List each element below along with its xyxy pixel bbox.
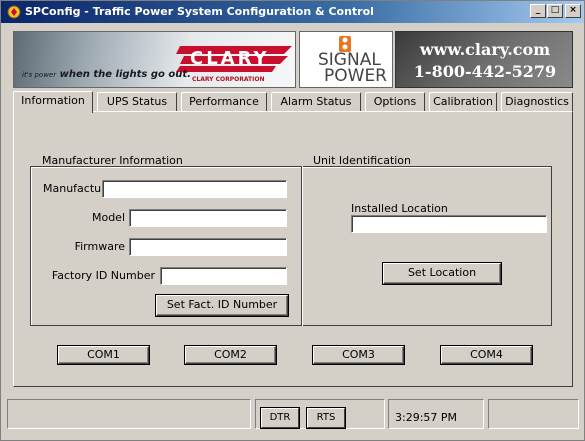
com1-button[interactable]: COM1 (58, 346, 149, 364)
close-button[interactable]: × (565, 4, 581, 18)
tab-label: Alarm Status (280, 95, 352, 108)
clary-logo: CLARY (176, 46, 292, 72)
set-location-button[interactable]: Set Location (383, 263, 501, 284)
rts-button[interactable]: RTS (307, 408, 345, 428)
com4-button[interactable]: COM4 (441, 346, 532, 364)
dtr-label: DTR (269, 412, 291, 423)
tab-diagnostics[interactable]: Diagnostics (501, 92, 573, 112)
tab-label: Diagnostics (505, 95, 569, 108)
tab-performance[interactable]: Performance (181, 92, 267, 112)
status-cell-message (7, 399, 251, 429)
com4-label: COM4 (470, 348, 503, 361)
tab-ups-status[interactable]: UPS Status (97, 92, 177, 112)
status-cell-extra (488, 399, 579, 429)
group-divider (301, 166, 303, 326)
com1-label: COM1 (87, 348, 120, 361)
maximize-icon: □ (550, 5, 560, 15)
tab-calibration[interactable]: Calibration (429, 92, 497, 112)
tab-label: Options (373, 95, 417, 108)
tab-label: UPS Status (106, 95, 168, 108)
app-window: SPConfig - Traffic Power System Configur… (0, 0, 585, 441)
tab-options[interactable]: Options (365, 92, 425, 112)
signal-power-logo: SIGNAL POWER (299, 31, 393, 88)
set-factory-id-label: Set Fact. ID Number (166, 298, 278, 311)
com2-button[interactable]: COM2 (185, 346, 276, 364)
com2-label: COM2 (214, 348, 247, 361)
manufacturer-label: Manufacturer (43, 182, 117, 195)
signal-power-text: SIGNAL POWER (318, 52, 387, 86)
com3-button[interactable]: COM3 (313, 346, 404, 364)
tab-label: Performance (189, 95, 259, 108)
title-bar[interactable]: SPConfig - Traffic Power System Configur… (1, 1, 584, 23)
close-icon: × (569, 5, 577, 15)
brand-logotype: CLARY (190, 48, 270, 69)
set-factory-id-button[interactable]: Set Fact. ID Number (156, 295, 288, 316)
header-banner: CLARY CLARY CORPORATION it's power when … (13, 31, 573, 88)
rts-label: RTS (316, 412, 336, 423)
firmware-label: Firmware (74, 240, 125, 253)
contact-box: www.clary.com 1-800-442-5279 (395, 31, 573, 88)
tab-label: Calibration (433, 95, 493, 108)
clary-banner: CLARY CLARY CORPORATION it's power when … (13, 31, 296, 88)
website-text: www.clary.com (419, 40, 551, 59)
firmware-field[interactable] (129, 238, 287, 256)
tab-label: Information (21, 94, 85, 107)
phone-text: 1-800-442-5279 (413, 62, 557, 81)
status-bar: DTR RTS (7, 399, 579, 436)
maximize-button[interactable]: □ (547, 4, 563, 18)
brand-subtitle: CLARY CORPORATION (192, 76, 265, 83)
com3-label: COM3 (342, 348, 375, 361)
set-location-label: Set Location (407, 266, 477, 279)
factory-id-field[interactable] (160, 267, 287, 285)
installed-location-label: Installed Location (351, 202, 448, 215)
tab-alarm-status[interactable]: Alarm Status (271, 92, 361, 112)
tagline-prefix: it's power (22, 71, 57, 79)
model-field[interactable] (129, 209, 287, 227)
dtr-button[interactable]: DTR (261, 408, 299, 428)
tagline-main: when the lights go out. (59, 69, 191, 80)
status-clock: 3:29:57 PM (395, 411, 458, 424)
power-word: POWER (324, 66, 387, 86)
factory-id-label: Factory ID Number (51, 269, 155, 282)
manufacturer-field[interactable] (102, 180, 287, 198)
model-label: Model (91, 211, 125, 224)
minimize-button[interactable]: _ (530, 4, 546, 18)
window-title: SPConfig - Traffic Power System Configur… (25, 5, 374, 18)
tab-information[interactable]: Information (13, 91, 93, 113)
tagline: it's power when the lights go out. (22, 69, 191, 80)
app-icon (7, 5, 21, 19)
minimize-icon: _ (535, 5, 541, 15)
installed-location-field[interactable] (351, 215, 547, 233)
